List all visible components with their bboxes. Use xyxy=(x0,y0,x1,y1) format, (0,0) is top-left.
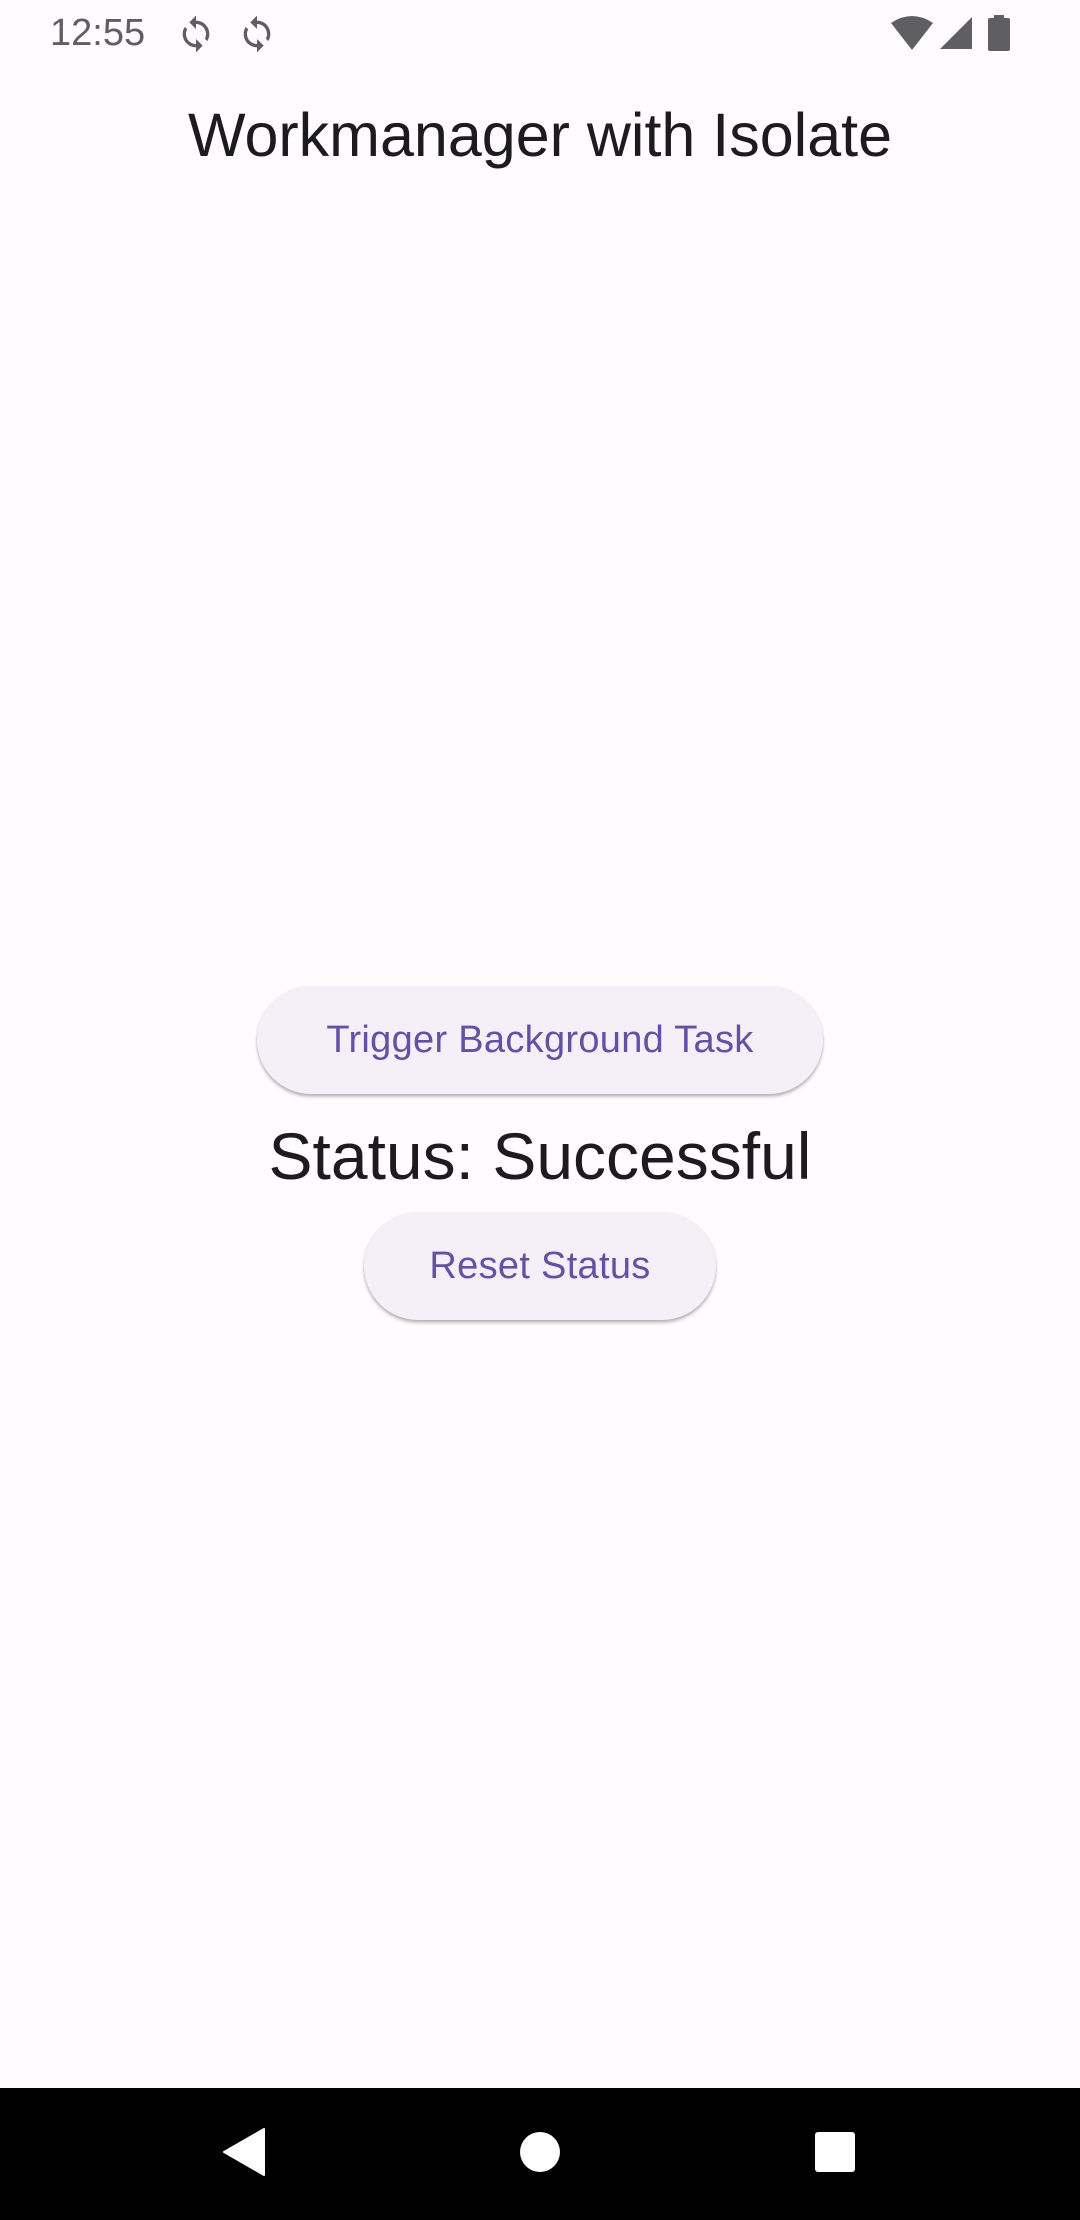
recents-icon xyxy=(814,2131,856,2178)
back-icon xyxy=(222,2127,266,2182)
page-title: Workmanager with Isolate xyxy=(187,101,893,169)
status-bar: 12:55 xyxy=(0,0,1080,66)
back-button[interactable] xyxy=(164,2088,324,2220)
system-icons xyxy=(890,15,1010,51)
sync-icon xyxy=(176,14,216,54)
home-button[interactable] xyxy=(460,2088,620,2220)
cellular-signal-icon xyxy=(938,15,974,51)
home-icon xyxy=(519,2131,561,2178)
recents-button[interactable] xyxy=(755,2088,915,2220)
trigger-background-task-button[interactable]: Trigger Background Task xyxy=(257,986,823,1094)
navigation-bar xyxy=(0,2088,1080,2220)
wifi-icon xyxy=(890,15,934,51)
main-content: Trigger Background Task Status: Successf… xyxy=(0,216,1080,2088)
status-time: 12:55 xyxy=(50,12,146,54)
sync-icon xyxy=(237,14,277,54)
app-bar: Workmanager with Isolate xyxy=(0,66,1080,216)
status-text: Status: Successful xyxy=(268,1119,812,1193)
battery-icon xyxy=(988,15,1010,51)
reset-status-button[interactable]: Reset Status xyxy=(364,1212,716,1320)
